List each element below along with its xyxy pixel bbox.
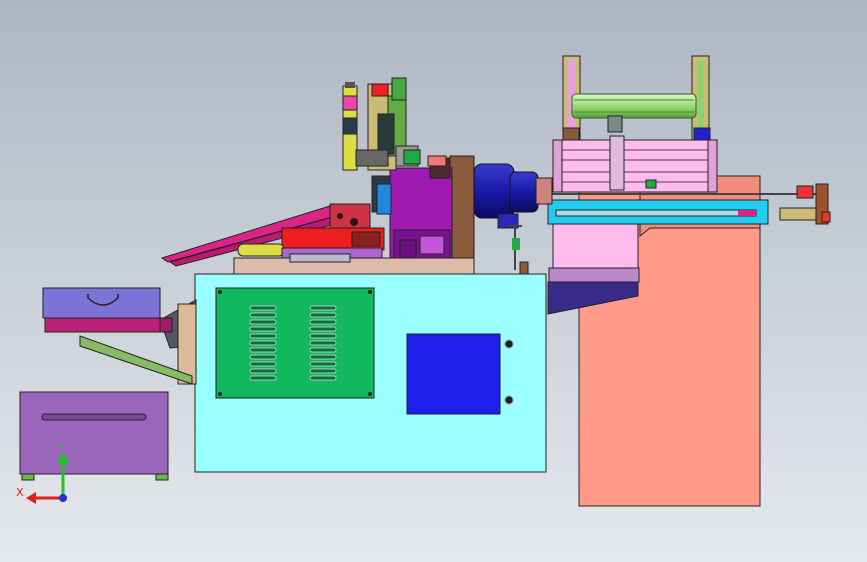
bin-slot[interactable] [41,413,147,421]
actuator-green-link [403,149,421,165]
vent-slot [249,361,277,367]
vent-slot [309,368,337,374]
machine-assembly-drawing: Y X [0,0,867,562]
green-roller [571,93,697,119]
bracket-foot [512,238,520,250]
vent-slot [309,340,337,346]
vent-slot [309,354,337,360]
cylinder-clamp [351,231,381,247]
cad-viewport[interactable]: Y X [0,0,867,562]
y-axis-label: Y [57,442,65,455]
actuator-red [371,83,389,97]
frame-side-left [552,139,563,193]
vent-slot [249,333,277,339]
slide-mark [738,210,756,216]
motor-housing [473,163,515,219]
cylinder-cap [607,115,623,133]
vent-slot [309,305,337,311]
z-axis-origin [59,494,67,502]
vent-panel [215,287,375,399]
vent-slot [249,340,277,346]
control-box-knob[interactable] [504,395,514,405]
spacer-blue [376,183,392,215]
control-box[interactable] [406,333,514,415]
vent-column-left [249,305,277,381]
upper-bin-body [42,287,161,319]
cylinder-tube [237,243,285,257]
bolt [350,218,358,226]
vent-slot [249,354,277,360]
vent-slot [309,333,337,339]
actuator-left-cap [345,82,355,88]
panel-screw [218,392,222,396]
upper-collection-bin[interactable] [42,287,173,333]
vent-slot [249,326,277,332]
feed-frame-base [548,267,640,283]
vent-slot [249,305,277,311]
vent-slot [309,375,337,381]
table-plate [289,253,351,263]
vent-slot [309,347,337,353]
bolt [337,213,343,219]
motor-coupling [535,177,553,205]
vent-panel-body [215,287,375,399]
actuator-rod [355,149,389,167]
bin-foot [21,473,35,481]
vent-slot [309,361,337,367]
small-green-block [645,179,657,189]
base-cabinet[interactable] [194,273,547,473]
vent-slot [309,319,337,325]
vent-slot [309,326,337,332]
rod-end-bolt [821,211,831,223]
rod-end-spacer [779,207,817,221]
vent-slot [249,368,277,374]
rod-end-block [796,185,814,199]
pink-frame [552,139,718,193]
actuator-green-top [391,77,407,101]
lower-collection-bin[interactable] [19,391,169,481]
slide-slot [555,209,757,217]
actuator-cap [427,155,447,167]
table-top [233,257,475,275]
panel-screw [368,392,372,396]
vent-slot [249,375,277,381]
actuator-left-band [342,117,358,135]
vent-slot [249,312,277,318]
lower-bin-body [19,391,169,475]
panel-screw [368,290,372,294]
actuator-left-band [342,95,358,111]
vent-slot [309,312,337,318]
vent-slot [249,347,277,353]
frame-side-right [707,139,718,193]
feed-frame-body [552,223,639,273]
head-inner [419,235,445,255]
motor-shaft [509,171,539,213]
motor-flange [449,155,475,275]
center-cylinder [609,135,625,191]
actuator-dark [377,113,395,155]
vent-column-right [309,305,337,381]
control-box-body [406,333,501,415]
x-axis-label: X [16,486,24,499]
panel-screw [218,290,222,294]
upper-bin-rest [159,317,173,333]
chute-end-block [329,203,371,231]
upper-bin-lip [44,317,168,333]
control-box-knob[interactable] [504,339,514,349]
bin-foot [155,473,169,481]
vent-slot [249,319,277,325]
